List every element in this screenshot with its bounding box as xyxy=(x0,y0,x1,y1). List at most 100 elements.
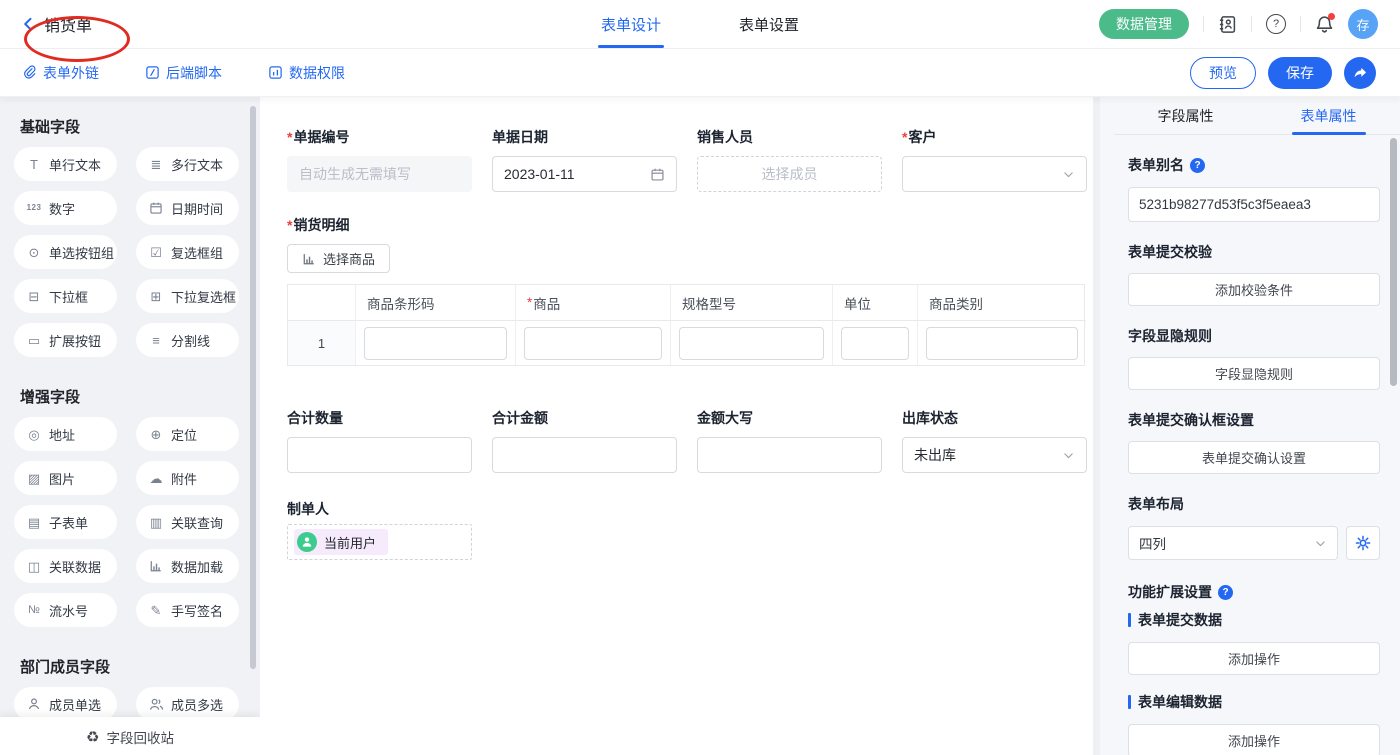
field-bill-no[interactable]: *单据编号 自动生成无需填写 xyxy=(287,128,472,192)
stock-status-select[interactable]: 未出库 xyxy=(902,437,1087,473)
form-external-link[interactable]: 表单外链 xyxy=(22,63,99,83)
crosshair-icon: ⊕ xyxy=(148,428,164,441)
customer-select[interactable] xyxy=(902,156,1087,192)
pin-icon: ◎ xyxy=(26,428,42,441)
salesperson-picker[interactable]: 选择成员 xyxy=(697,156,882,192)
field-item-radio-group[interactable]: ⊙单选按钮组 xyxy=(14,235,117,269)
header-tabs: 表单设计 表单设置 xyxy=(601,0,799,48)
required-mark: * xyxy=(902,129,907,145)
field-item-label: 成员多选 xyxy=(171,695,223,714)
field-item-number[interactable]: 123数字 xyxy=(14,191,117,225)
field-item-multi-select[interactable]: ⊞下拉复选框 xyxy=(136,279,239,313)
chevron-down-icon xyxy=(1314,537,1327,550)
barcode-input[interactable] xyxy=(364,327,507,360)
add-action-submit-button[interactable]: 添加操作 xyxy=(1128,642,1380,675)
field-item-address[interactable]: ◎地址 xyxy=(14,417,117,451)
save-button[interactable]: 保存 xyxy=(1268,57,1332,89)
field-label: 出库状态 xyxy=(902,410,958,426)
field-creator[interactable]: 制单人 当前用户 xyxy=(287,500,1093,560)
field-visibility-button[interactable]: 字段显隐规则 xyxy=(1128,357,1380,390)
category-input[interactable] xyxy=(926,327,1078,360)
field-bill-date[interactable]: 单据日期 2023-01-11 xyxy=(492,128,677,192)
field-item-signature[interactable]: ✎手写签名 xyxy=(136,593,239,627)
creator-picker[interactable]: 当前用户 xyxy=(287,524,472,560)
unit-input[interactable] xyxy=(841,327,909,360)
help-icon[interactable]: ? xyxy=(1218,585,1233,600)
required-mark: * xyxy=(527,295,532,310)
tab-form-settings[interactable]: 表单设置 xyxy=(739,0,799,48)
field-item-member-multi[interactable]: 成员多选 xyxy=(136,687,239,721)
field-item-checkbox-group[interactable]: ☑复选框组 xyxy=(136,235,239,269)
field-item-select[interactable]: ⊟下拉框 xyxy=(14,279,117,313)
form-canvas: *单据编号 自动生成无需填写 单据日期 2023-01-11 销售人员 选择成员… xyxy=(260,97,1093,755)
backend-script-link[interactable]: 后端脚本 xyxy=(145,63,222,83)
add-validation-button[interactable]: 添加校验条件 xyxy=(1128,273,1380,306)
panel-tabs: 字段属性 表单属性 xyxy=(1114,97,1400,135)
submit-confirm-button[interactable]: 表单提交确认设置 xyxy=(1128,441,1380,474)
form-alias-input[interactable]: 5231b98277d53f5c3f5eaea3 xyxy=(1128,187,1380,222)
amount-words-input[interactable] xyxy=(697,437,882,473)
tab-field-properties[interactable]: 字段属性 xyxy=(1114,97,1257,134)
help-icon[interactable]: ? xyxy=(1190,158,1205,173)
spec-cell xyxy=(671,321,833,365)
back-icon[interactable] xyxy=(20,16,36,32)
button-icon: ▭ xyxy=(26,334,42,347)
field-customer[interactable]: *客户 xyxy=(902,128,1087,192)
field-item-linked-data[interactable]: ◫关联数据 xyxy=(14,549,117,583)
bill-no-input[interactable]: 自动生成无需填写 xyxy=(287,156,472,192)
sidebar-scrollbar[interactable] xyxy=(250,106,256,669)
field-item-attachment[interactable]: ☁附件 xyxy=(136,461,239,495)
layout-select[interactable]: 四列 xyxy=(1128,526,1338,560)
current-user-tag: 当前用户 xyxy=(294,529,388,555)
field-item-serial-number[interactable]: №流水号 xyxy=(14,593,117,627)
category-cell xyxy=(918,321,1086,365)
add-action-edit-button[interactable]: 添加操作 xyxy=(1128,724,1380,755)
notification-bell-icon[interactable] xyxy=(1315,15,1334,34)
contacts-icon[interactable] xyxy=(1218,15,1237,34)
field-item-member-single[interactable]: 成员单选 xyxy=(14,687,117,721)
field-salesperson[interactable]: 销售人员 选择成员 xyxy=(697,128,882,192)
lookup-icon: ▥ xyxy=(148,516,164,529)
total-amount-input[interactable] xyxy=(492,437,677,473)
form-toolbar: 表单外链 后端脚本 数据权限 预览 保存 xyxy=(0,49,1400,97)
field-item-lookup[interactable]: ▥关联查询 xyxy=(136,505,239,539)
tab-form-design[interactable]: 表单设计 xyxy=(601,0,661,48)
field-stock-status[interactable]: 出库状态 未出库 xyxy=(902,409,1087,473)
field-total-qty[interactable]: 合计数量 xyxy=(287,409,472,473)
share-button[interactable] xyxy=(1344,57,1376,89)
form-designer-app: 销货单 表单设计 表单设置 数据管理 ? 存 表单外链 后端脚本 数据权限 预览… xyxy=(0,0,1400,755)
select-product-button[interactable]: 选择商品 xyxy=(287,244,390,273)
placeholder-text: 自动生成无需填写 xyxy=(299,164,411,184)
field-item-image[interactable]: ▨图片 xyxy=(14,461,117,495)
accent-bar xyxy=(1128,695,1131,709)
user-avatar[interactable]: 存 xyxy=(1348,9,1378,39)
field-item-label: 数据加载 xyxy=(171,557,223,576)
panel-scrollbar[interactable] xyxy=(1390,138,1397,386)
field-item-extend-button[interactable]: ▭扩展按钮 xyxy=(14,323,117,357)
preview-button[interactable]: 预览 xyxy=(1190,57,1256,89)
multi-select-icon: ⊞ xyxy=(148,290,164,303)
bill-date-input[interactable]: 2023-01-11 xyxy=(492,156,677,192)
field-label: 销售人员 xyxy=(697,129,753,145)
field-amount-words[interactable]: 金额大写 xyxy=(697,409,882,473)
field-item-location[interactable]: ⊕定位 xyxy=(136,417,239,451)
total-qty-input[interactable] xyxy=(287,437,472,473)
spec-input[interactable] xyxy=(679,327,824,360)
data-manage-button[interactable]: 数据管理 xyxy=(1099,9,1189,39)
product-input[interactable] xyxy=(524,327,662,360)
field-item-divider[interactable]: ≡分割线 xyxy=(136,323,239,357)
field-total-amount[interactable]: 合计金额 xyxy=(492,409,677,473)
help-icon[interactable]: ? xyxy=(1266,14,1286,34)
field-item-single-text[interactable]: T单行文本 xyxy=(14,147,117,181)
field-recycle-bin[interactable]: ♻ 字段回收站 xyxy=(0,717,260,755)
field-item-multi-text[interactable]: ≣多行文本 xyxy=(136,147,239,181)
data-permission-link[interactable]: 数据权限 xyxy=(268,63,345,83)
field-item-data-load[interactable]: 数据加载 xyxy=(136,549,239,583)
tab-form-properties[interactable]: 表单属性 xyxy=(1257,97,1400,134)
field-label: 合计金额 xyxy=(492,410,548,426)
divider xyxy=(1203,16,1204,32)
field-item-subform[interactable]: ▤子表单 xyxy=(14,505,117,539)
section-title-basic: 基础字段 xyxy=(20,116,260,137)
field-item-datetime[interactable]: 日期时间 xyxy=(136,191,239,225)
layout-settings-button[interactable] xyxy=(1346,526,1380,560)
